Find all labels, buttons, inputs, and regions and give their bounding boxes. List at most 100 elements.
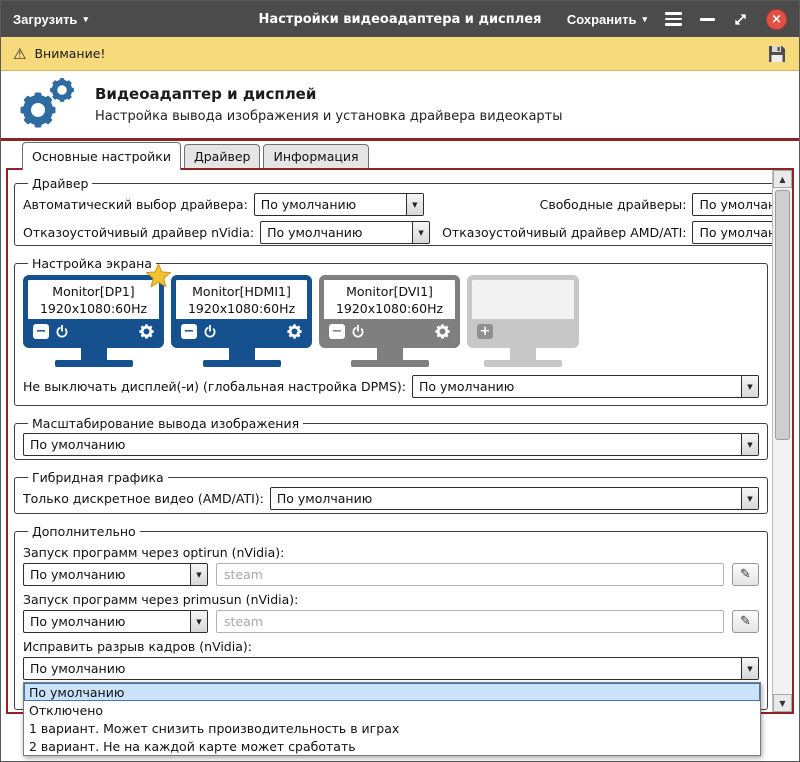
menu-icon[interactable] xyxy=(665,12,682,26)
monitor-list: Monitor[DP1] 1920x1080:60Hz − xyxy=(23,275,759,367)
primusrun-value: По умолчанию xyxy=(24,611,190,632)
titlebar: Настройки видеоадаптера и дисплея Загруз… xyxy=(1,1,799,37)
free-drivers-select[interactable]: По умолчанию ▼ xyxy=(692,193,772,216)
scrollbar-track[interactable] xyxy=(773,188,792,694)
optirun-select[interactable]: По умолчанию ▼ xyxy=(23,563,208,586)
failsafe-nvidia-label: Отказоустойчивый драйвер nVidia: xyxy=(23,225,254,240)
monitor-card-dp1[interactable]: Monitor[DP1] 1920x1080:60Hz − xyxy=(23,275,164,367)
monitor-base xyxy=(484,360,562,367)
auto-driver-value: По умолчанию xyxy=(255,194,406,215)
additional-group-legend: Дополнительно xyxy=(28,524,140,539)
tearing-select[interactable]: По умолчанию ▼ xyxy=(23,657,759,680)
monitor-card-hdmi1[interactable]: Monitor[HDMI1] 1920x1080:60Hz − xyxy=(171,275,312,367)
scroll-up-button[interactable]: ▲ xyxy=(773,170,792,188)
monitor-toolbar: − xyxy=(324,319,455,343)
monitor-base xyxy=(351,360,429,367)
scaling-value: По умолчанию xyxy=(24,434,741,455)
scaling-select[interactable]: По умолчанию ▼ xyxy=(23,433,759,456)
primusrun-command-input[interactable] xyxy=(216,610,724,633)
monitor-settings-gear-icon[interactable] xyxy=(435,324,450,339)
page-header: Видеоадаптер и дисплей Настройка вывода … xyxy=(1,71,799,141)
monitor-screen: Monitor[HDMI1] 1920x1080:60Hz − xyxy=(171,275,312,348)
monitor-screen: Monitor[DVI1] 1920x1080:60Hz − xyxy=(319,275,460,348)
auto-driver-select[interactable]: По умолчанию ▼ xyxy=(254,193,424,216)
monitor-screen: + xyxy=(467,275,579,348)
free-drivers-label: Свободные драйверы: xyxy=(540,197,687,212)
power-icon[interactable] xyxy=(351,324,365,338)
chevron-down-icon: ▼ xyxy=(741,434,758,455)
hybrid-group: Гибридная графика Только дискретное виде… xyxy=(14,470,768,514)
disable-monitor-button[interactable]: − xyxy=(181,324,197,339)
chevron-down-icon: ▼ xyxy=(741,488,758,509)
dpms-select[interactable]: По умолчанию ▼ xyxy=(412,375,759,398)
load-button-label: Загрузить xyxy=(13,12,77,27)
page-title: Видеоадаптер и дисплей xyxy=(95,85,563,103)
monitor-name xyxy=(472,280,574,301)
dpms-row: Не выключать дисплей(-и) (глобальная нас… xyxy=(23,375,759,398)
discrete-label: Только дискретное видео (AMD/ATI): xyxy=(23,491,264,506)
dpms-value: По умолчанию xyxy=(413,376,741,397)
warning-icon: ⚠ xyxy=(13,45,26,63)
scrollbar-thumb[interactable] xyxy=(775,190,790,440)
monitor-base xyxy=(203,360,281,367)
monitor-screen: Monitor[DP1] 1920x1080:60Hz − xyxy=(23,275,164,348)
primusrun-select[interactable]: По умолчанию ▼ xyxy=(23,610,208,633)
failsafe-nvidia-select[interactable]: По умолчанию ▼ xyxy=(260,221,430,244)
monitor-settings-gear-icon[interactable] xyxy=(287,324,302,339)
power-icon[interactable] xyxy=(203,324,217,338)
failsafe-amd-value: По умолчанию xyxy=(693,222,772,243)
primary-star-icon xyxy=(146,264,171,292)
monitor-card-empty[interactable]: + xyxy=(467,275,579,367)
vertical-scrollbar: ▲ ▼ xyxy=(772,170,792,712)
monitor-resolution: 1920x1080:60Hz xyxy=(176,301,307,319)
save-file-icon[interactable] xyxy=(767,44,787,64)
monitor-resolution xyxy=(472,301,574,319)
dropdown-option-disabled[interactable]: Отключено xyxy=(24,701,760,719)
discrete-select[interactable]: По умолчанию ▼ xyxy=(270,487,759,510)
disable-monitor-button[interactable]: − xyxy=(33,324,49,339)
tearing-dropdown-popup: По умолчанию Отключено 1 вариант. Может … xyxy=(23,682,761,756)
close-button[interactable]: × xyxy=(766,9,787,30)
monitor-card-dvi1[interactable]: Monitor[DVI1] 1920x1080:60Hz − xyxy=(319,275,460,367)
dropdown-option-variant2[interactable]: 2 вариант. Не на каждой карте может сраб… xyxy=(24,737,760,755)
tab-driver[interactable]: Драйвер xyxy=(184,144,260,168)
chevron-down-icon: ▼ xyxy=(406,194,423,215)
monitor-toolbar: − xyxy=(176,319,307,343)
page-subtitle: Настройка вывода изображения и установка… xyxy=(95,109,563,124)
gears-icon xyxy=(15,74,77,136)
optirun-command-input[interactable] xyxy=(216,563,724,586)
free-drivers-value: По умолчанию xyxy=(693,194,772,215)
scroll-down-button[interactable]: ▼ xyxy=(773,694,792,712)
primusrun-row: По умолчанию ▼ ✎ xyxy=(23,610,759,633)
warning-text: Внимание! xyxy=(34,46,105,61)
monitor-name: Monitor[DP1] xyxy=(28,280,159,301)
main-area: Основные настройки Драйвер Информация Др… xyxy=(1,141,799,761)
tab-information[interactable]: Информация xyxy=(263,144,368,168)
chevron-down-icon: ▼ xyxy=(412,222,429,243)
tab-main-settings[interactable]: Основные настройки xyxy=(22,142,181,170)
dropdown-option-variant1[interactable]: 1 вариант. Может снизить производительно… xyxy=(24,719,760,737)
power-icon[interactable] xyxy=(55,324,69,338)
maximize-icon[interactable] xyxy=(733,12,748,27)
minimize-button[interactable] xyxy=(700,18,715,21)
monitor-stand xyxy=(510,348,536,360)
monitor-settings-gear-icon[interactable] xyxy=(139,324,154,339)
primusrun-edit-icon[interactable]: ✎ xyxy=(732,610,759,633)
dpms-label: Не выключать дисплей(-и) (глобальная нас… xyxy=(23,379,406,394)
monitor-toolbar: − xyxy=(28,319,159,343)
save-button[interactable]: Сохранить ▾ xyxy=(567,12,647,27)
add-monitor-button[interactable]: + xyxy=(477,324,493,339)
optirun-edit-icon[interactable]: ✎ xyxy=(732,563,759,586)
dropdown-option-default[interactable]: По умолчанию xyxy=(24,683,760,701)
screen-group: Настройка экрана Monitor[DP1] 1920x1080:… xyxy=(14,256,768,406)
load-button[interactable]: Загрузить ▾ xyxy=(13,12,88,27)
tearing-value: По умолчанию xyxy=(24,658,741,679)
optirun-row: По умолчанию ▼ ✎ xyxy=(23,563,759,586)
driver-row-1: Автоматический выбор драйвера: По умолча… xyxy=(23,193,772,216)
monitor-base xyxy=(55,360,133,367)
failsafe-amd-select[interactable]: По умолчанию ▼ xyxy=(692,221,772,244)
disable-monitor-button[interactable]: − xyxy=(329,324,345,339)
tab-bar: Основные настройки Драйвер Информация xyxy=(6,141,794,168)
monitor-stand xyxy=(377,348,403,360)
app-window: Настройки видеоадаптера и дисплея Загруз… xyxy=(0,0,800,762)
